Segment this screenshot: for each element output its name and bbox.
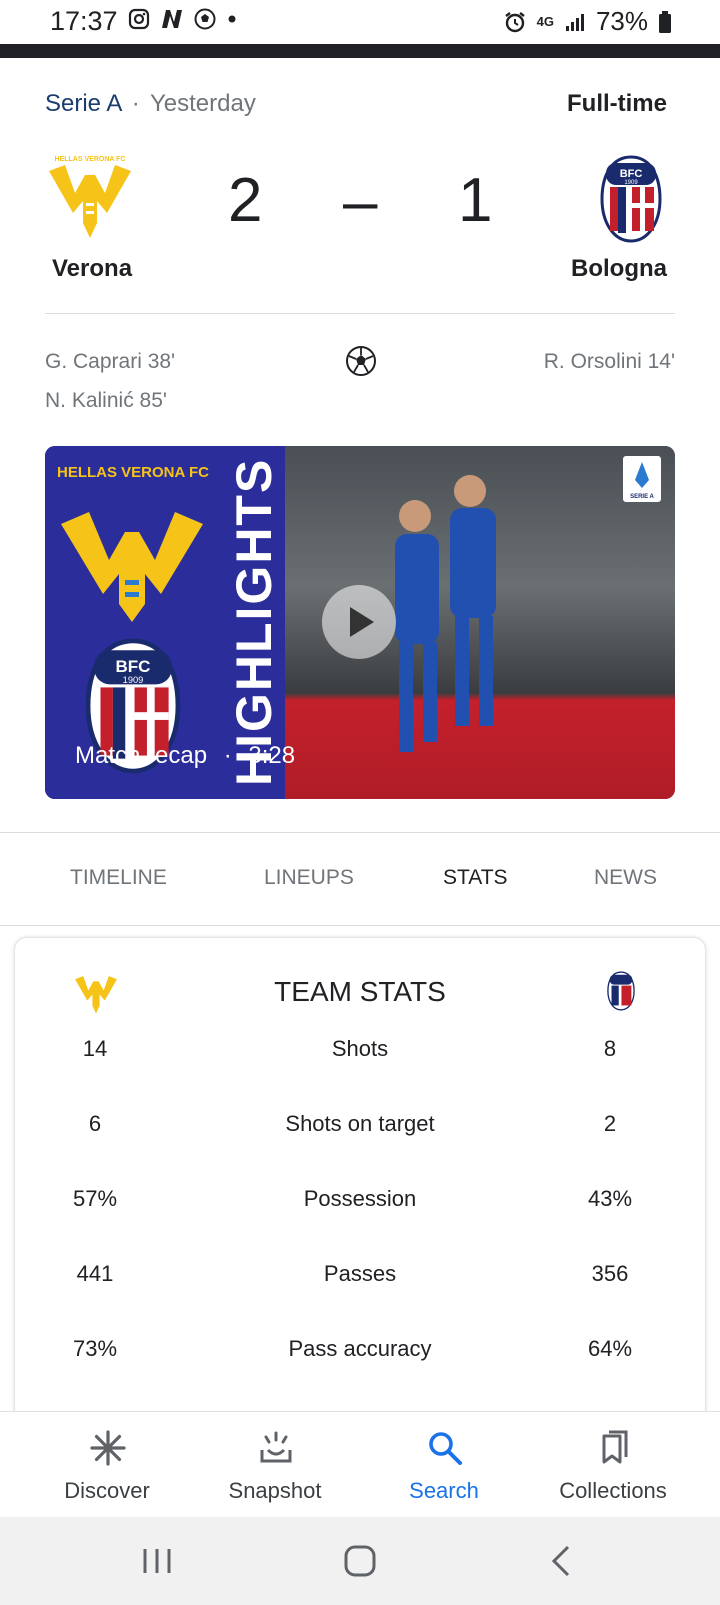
stat-home-value: 441 [76, 1261, 114, 1286]
snapshot-icon [260, 1431, 292, 1463]
status-right: 4G 73% [503, 6, 672, 37]
nav-snapshot[interactable]: Snapshot [190, 1412, 360, 1518]
home-score: 2 [228, 166, 263, 235]
soccer-ball-icon [346, 346, 376, 376]
svg-text:1909: 1909 [123, 675, 144, 685]
status-time: 17:37 [50, 6, 118, 36]
verona-logo-icon[interactable]: HELLAS VERONA FC [45, 153, 135, 243]
svg-text:BFC: BFC [116, 657, 151, 676]
search-icon [429, 1432, 462, 1465]
stat-label: Shots on target [285, 1111, 435, 1136]
back-icon[interactable] [548, 1544, 574, 1578]
stat-home-value: 14 [82, 1036, 108, 1061]
match-header: Serie A · Yesterday Full-time [45, 90, 675, 126]
stat-away-value: 64% [587, 1336, 633, 1361]
play-button[interactable] [322, 585, 396, 659]
divider [45, 313, 675, 314]
network-4g-icon: 4G [536, 14, 554, 29]
match-date: Yesterday [149, 90, 256, 117]
stat-row-shots-on-target: 6 Shots on target 2 [15, 1111, 705, 1151]
nav-search[interactable]: Search [359, 1412, 529, 1518]
video-duration: 3:28 [248, 742, 296, 769]
stat-label: Shots [331, 1036, 389, 1061]
collections-icon [602, 1430, 628, 1464]
serie-a-badge-text: SERIE A [630, 494, 654, 500]
tab-news[interactable]: NEWS [594, 866, 657, 890]
stat-home-value: 73% [72, 1336, 118, 1361]
stat-away-value: 43% [587, 1186, 633, 1211]
nav-label: Collections [559, 1478, 667, 1503]
nav-label: Snapshot [228, 1478, 322, 1503]
tab-lineups[interactable]: LINEUPS [264, 866, 354, 890]
recent-apps-icon[interactable] [140, 1545, 174, 1577]
home-scorer: G. Caprari 38' [45, 350, 176, 373]
nav-label: Discover [64, 1478, 150, 1503]
stat-row-passes: 441 Passes 356 [15, 1261, 705, 1301]
league-link[interactable]: Serie A [45, 90, 121, 117]
team-stats-card: TEAM STATS 14 Shots 8 6 Shots on target … [15, 938, 705, 1458]
svg-text:HELLAS VERONA FC: HELLAS VERONA FC [55, 156, 126, 163]
stat-away-value: 8 [603, 1036, 617, 1061]
nav-discover[interactable]: Discover [22, 1412, 192, 1518]
stat-home-value: 57% [72, 1186, 118, 1211]
alarm-icon [504, 11, 525, 32]
nav-label: Search [409, 1478, 479, 1503]
video-label: Match recap [75, 742, 208, 769]
bottom-nav: Discover Snapshot Search Collections [0, 1411, 720, 1518]
video-caption: Match recap · 3:28 [75, 742, 295, 770]
highlights-video[interactable]: HELLAS VERONA FC BFC 1909 SERIE A HIGHLI… [45, 446, 675, 799]
notification-dot-icon [228, 15, 236, 23]
bologna-logo-icon[interactable]: BFC 1909 [600, 155, 662, 243]
stat-label: Passes [323, 1261, 397, 1286]
stat-row-possession: 57% Possession 43% [15, 1186, 705, 1226]
tab-timeline[interactable]: TIMELINE [70, 866, 167, 890]
stat-home-value: 6 [88, 1111, 102, 1136]
video-brand-text: HELLAS VERONA FC [57, 464, 209, 481]
header-strip [0, 44, 720, 58]
signal-icon [565, 13, 584, 31]
serie-a-badge: SERIE A [623, 456, 661, 502]
stat-label: Pass accuracy [288, 1336, 432, 1361]
bologna-logo-icon [607, 971, 635, 1011]
match-tabs: TIMELINE LINEUPS STATS NEWS [0, 832, 720, 926]
battery-percent: 73% [595, 6, 648, 36]
discover-icon [90, 1430, 126, 1466]
away-team-name[interactable]: Bologna [571, 255, 667, 283]
nav-collections[interactable]: Collections [528, 1412, 698, 1518]
home-icon[interactable] [343, 1544, 377, 1578]
system-nav-bar [0, 1517, 720, 1605]
video-separator: · [223, 742, 232, 769]
instagram-icon [128, 8, 150, 30]
match-status: Full-time [567, 90, 667, 117]
team-stats-title: TEAM STATS [274, 976, 446, 1007]
away-scorer: R. Orsolini 14' [543, 350, 675, 373]
highlights-overlay-text: HIGHLIGHTS [226, 457, 282, 786]
status-left-icons [128, 8, 238, 30]
stat-away-value: 356 [591, 1261, 629, 1286]
away-score: 1 [458, 166, 493, 235]
n-app-icon [162, 10, 182, 28]
svg-text:1909: 1909 [624, 180, 638, 186]
stat-label: Possession [303, 1186, 417, 1211]
stat-row-shots: 14 Shots 8 [15, 1036, 705, 1076]
svg-text:BFC: BFC [620, 168, 643, 180]
soccer-ball-icon [194, 8, 216, 30]
home-team-name[interactable]: Verona [52, 255, 132, 283]
battery-icon [659, 10, 671, 33]
serie-a-logo-icon: SERIE A [630, 462, 655, 500]
stat-row-pass-accuracy: 73% Pass accuracy 64% [15, 1336, 705, 1376]
status-bar: 17:37 4G 73% [0, 0, 720, 44]
score-separator: – [343, 167, 378, 236]
stat-away-value: 2 [603, 1111, 617, 1136]
verona-logo-icon [61, 512, 203, 622]
tab-stats[interactable]: STATS [443, 866, 508, 890]
league-separator: · [131, 90, 140, 117]
home-scorer: N. Kalinić 85' [45, 389, 167, 412]
